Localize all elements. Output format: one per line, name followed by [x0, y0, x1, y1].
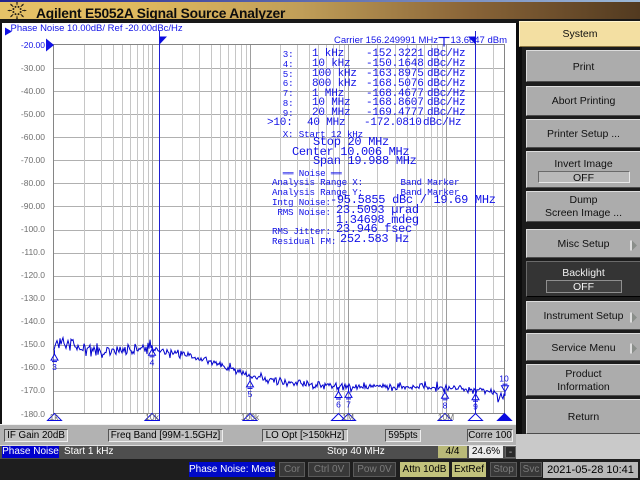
svg-text:4: 4	[150, 357, 155, 367]
svg-text:7: 7	[346, 399, 351, 409]
svg-text:5: 5	[248, 389, 253, 399]
svg-text:6: 6	[336, 400, 341, 410]
svg-text:10: 10	[499, 374, 509, 384]
svg-text:9: 9	[473, 402, 478, 412]
svg-text:8: 8	[443, 400, 448, 410]
svg-text:3: 3	[52, 362, 57, 372]
